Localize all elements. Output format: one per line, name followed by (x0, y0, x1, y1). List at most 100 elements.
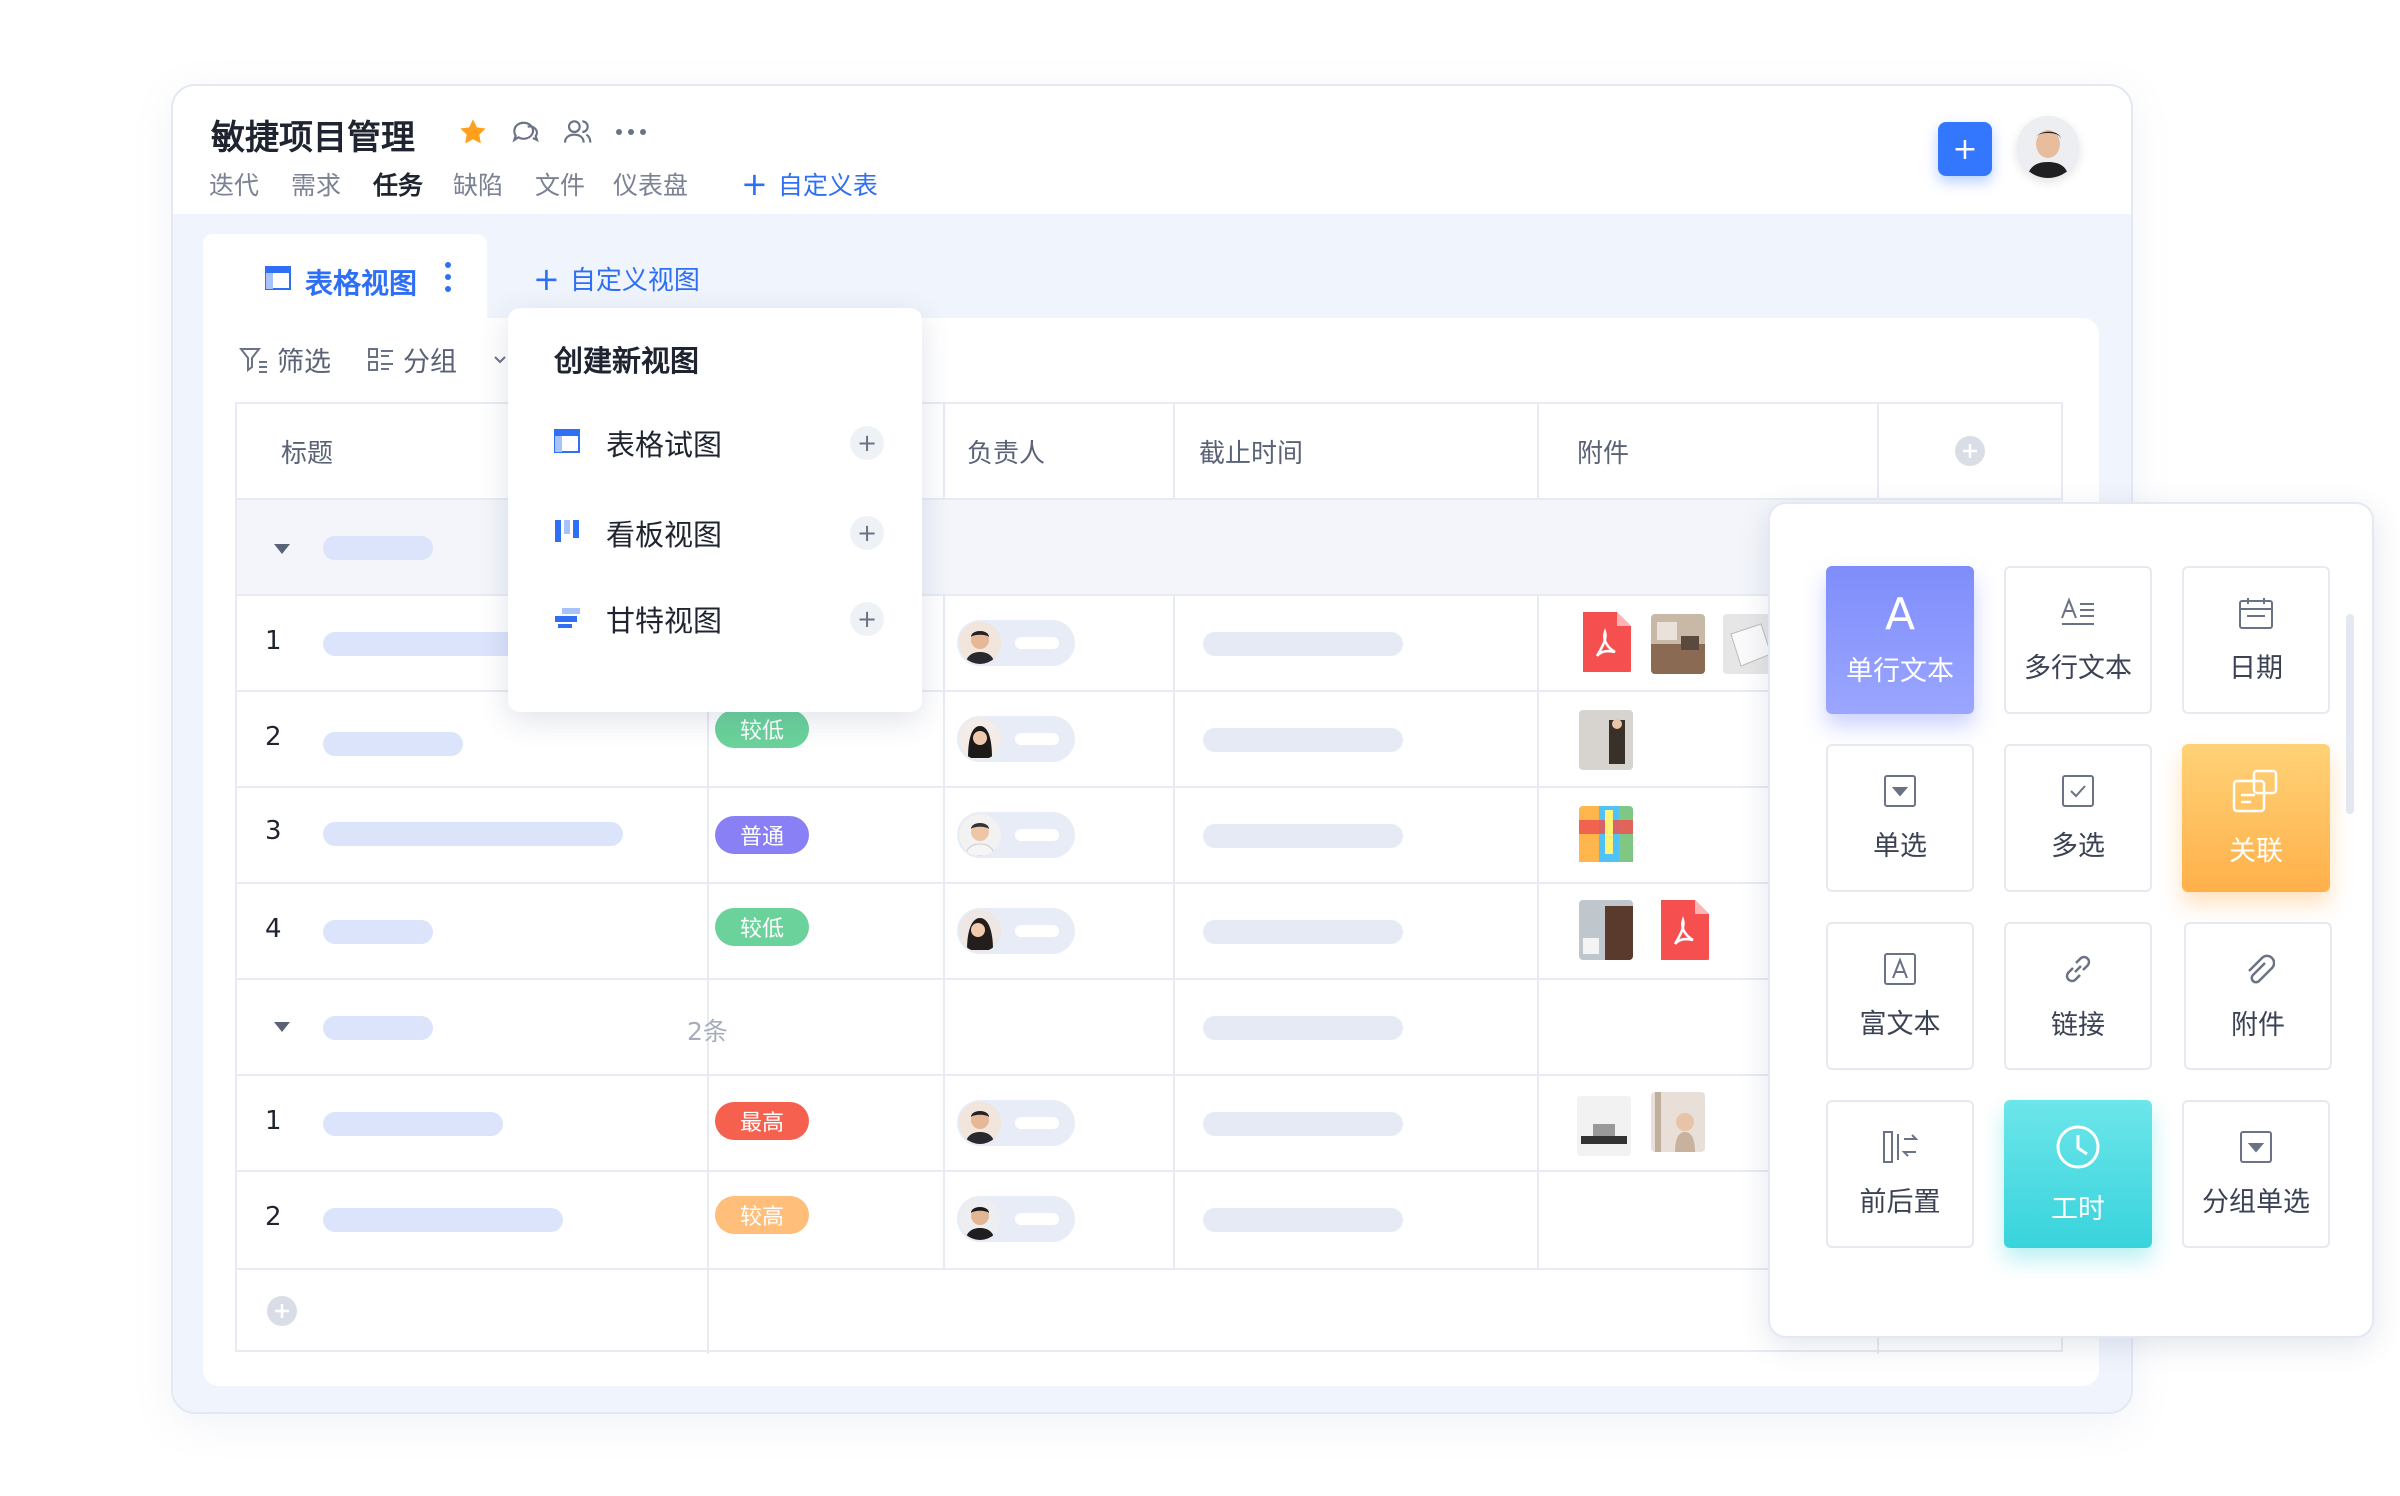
page-title: 敏捷项目管理 (211, 118, 415, 158)
column-header-owner[interactable]: 负责人 (967, 404, 1045, 498)
tab-dashboard[interactable]: 仪表盘 (613, 166, 688, 202)
add-custom-view-button[interactable]: + 自定义视图 (533, 260, 700, 297)
dropdown-item-label: 甘特视图 (606, 604, 723, 638)
field-type-link[interactable]: 链接 (2004, 922, 2152, 1070)
table-view-icon (554, 429, 580, 457)
field-type-predecessor[interactable]: 前后置 (1826, 1100, 1974, 1248)
scrollbar[interactable] (2346, 614, 2354, 814)
plus-icon[interactable]: + (850, 602, 884, 636)
add-column-icon[interactable] (1953, 434, 1987, 472)
field-type-label: 单行文本 (1846, 655, 1954, 687)
collapse-icon[interactable] (273, 540, 291, 559)
field-type-date[interactable]: 日期 (2182, 566, 2330, 714)
group-count: 2条 (687, 1017, 728, 1046)
dropdown-item-gantt-view[interactable]: 甘特视图 + (554, 594, 884, 644)
field-type-single-line-text[interactable]: A 单行文本 (1826, 566, 1974, 714)
group-icon (368, 347, 393, 371)
view-tab-table[interactable]: 表格视图 (203, 234, 487, 318)
add-custom-view-label: 自定义视图 (569, 266, 700, 296)
avatar[interactable] (957, 1196, 1075, 1242)
tab-defect[interactable]: 缺陷 (453, 166, 503, 202)
avatar[interactable] (957, 908, 1075, 954)
more-icon[interactable] (613, 114, 649, 150)
image-thumbnail[interactable] (1651, 1092, 1705, 1152)
field-type-label: 富文本 (1859, 1008, 1941, 1040)
tab-requirement[interactable]: 需求 (291, 166, 341, 202)
field-type-panel: A 单行文本 多行文本 日期 单选 多选 关联 富文本 链接 附件 前后置 工时 (1768, 502, 2374, 1338)
field-type-relation[interactable]: 关联 (2182, 744, 2330, 892)
tab-task[interactable]: 任务 (373, 166, 423, 202)
text-a-icon: A (1884, 588, 1916, 640)
row-number: 3 (265, 816, 282, 846)
image-thumbnail[interactable] (1579, 900, 1633, 960)
link-icon (2060, 951, 2096, 991)
table-view-icon (265, 266, 291, 294)
priority-badge[interactable]: 普通 (715, 816, 809, 854)
avatar[interactable] (957, 1100, 1075, 1146)
dependency-icon (1882, 1130, 1919, 1168)
field-type-group-single-select[interactable]: 分组单选 (2182, 1100, 2330, 1248)
field-type-label: 附件 (2231, 1009, 2285, 1041)
image-thumbnail[interactable] (1579, 710, 1633, 770)
group-button[interactable]: 分组 (367, 340, 457, 379)
dropdown-item-label: 表格试图 (606, 428, 723, 462)
field-type-label: 日期 (2229, 652, 2283, 684)
filter-button[interactable]: 筛选 (239, 340, 331, 379)
checkbox-icon (2061, 774, 2095, 812)
field-type-label: 关联 (2229, 835, 2283, 867)
zip-file-icon[interactable] (1579, 806, 1633, 866)
star-icon[interactable] (455, 114, 491, 150)
avatar[interactable] (957, 716, 1075, 762)
row-number: 4 (265, 914, 282, 944)
pdf-file-icon[interactable] (1657, 900, 1711, 960)
add-custom-table-button[interactable]: + 自定义表 (741, 166, 878, 202)
tab-iteration[interactable]: 迭代 (209, 166, 259, 202)
user-avatar[interactable] (2017, 116, 2079, 178)
field-type-label: 前后置 (1859, 1186, 1941, 1218)
members-icon[interactable] (559, 114, 595, 150)
field-type-label: 多选 (2051, 830, 2105, 862)
field-type-multi-select[interactable]: 多选 (2004, 744, 2152, 892)
column-header-due[interactable]: 截止时间 (1199, 404, 1303, 498)
chevron-down-icon[interactable] (493, 350, 507, 369)
image-thumbnail[interactable] (1651, 614, 1705, 674)
gantt-view-icon (554, 605, 580, 633)
field-type-work-hours[interactable]: 工时 (2004, 1100, 2152, 1248)
field-type-label: 单选 (1873, 830, 1927, 862)
create-button[interactable]: + (1938, 122, 1992, 176)
column-header-attachment[interactable]: 附件 (1577, 404, 1629, 498)
field-type-rich-text[interactable]: 富文本 (1826, 922, 1974, 1070)
field-type-attachment[interactable]: 附件 (2184, 922, 2332, 1070)
column-header-title[interactable]: 标题 (281, 404, 333, 498)
priority-badge[interactable]: 较高 (715, 1196, 809, 1234)
kanban-view-icon (554, 518, 580, 548)
dropdown-item-table-view[interactable]: 表格试图 + (554, 418, 884, 468)
calendar-icon (2238, 596, 2274, 634)
field-type-multi-line-text[interactable]: 多行文本 (2004, 566, 2152, 714)
dropdown-item-label: 看板视图 (606, 518, 723, 552)
collapse-icon[interactable] (273, 1018, 291, 1037)
image-thumbnail[interactable] (1577, 1096, 1631, 1156)
row-number: 2 (265, 722, 282, 752)
avatar[interactable] (957, 620, 1075, 666)
plus-icon[interactable]: + (850, 516, 884, 550)
pdf-file-icon[interactable] (1579, 612, 1633, 672)
dropdown-item-kanban-view[interactable]: 看板视图 + (554, 508, 884, 558)
plus-icon: + (741, 165, 768, 203)
priority-badge[interactable]: 最高 (715, 1102, 809, 1140)
add-row-icon[interactable] (265, 1294, 299, 1332)
create-view-dropdown: 创建新视图 表格试图 + 看板视图 + 甘特视图 + (508, 308, 922, 712)
multiline-text-icon (2060, 596, 2096, 634)
priority-badge[interactable]: 较低 (715, 908, 809, 946)
field-type-single-select[interactable]: 单选 (1826, 744, 1974, 892)
paperclip-icon (2241, 951, 2276, 991)
row-number: 2 (265, 1202, 282, 1232)
plus-icon[interactable]: + (850, 426, 884, 460)
priority-badge[interactable]: 较低 (715, 710, 809, 748)
avatar[interactable] (957, 812, 1075, 858)
plus-icon: + (1952, 131, 1978, 167)
add-custom-table-label: 自定义表 (777, 171, 878, 200)
view-options-icon[interactable] (443, 260, 453, 298)
tab-files[interactable]: 文件 (535, 166, 585, 202)
comment-icon[interactable] (507, 114, 543, 150)
